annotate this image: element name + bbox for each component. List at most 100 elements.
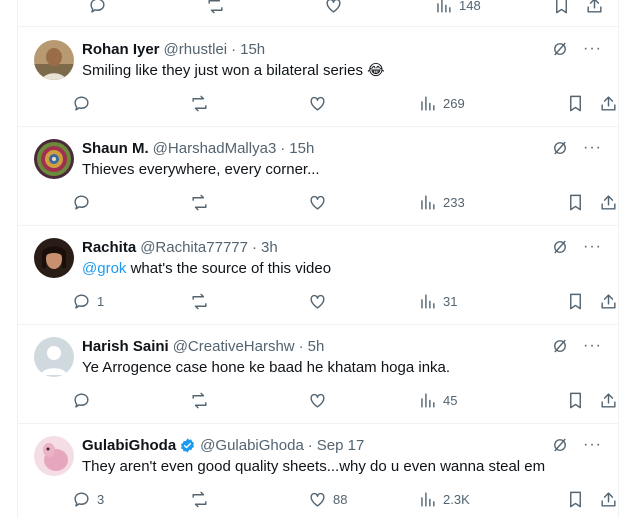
views-count: 2.3K <box>443 491 470 507</box>
author-name[interactable]: Shaun M. <box>82 140 149 157</box>
tweet-card[interactable]: Shaun M. @HarshadMallya3 · 15h ··· Thiev… <box>18 126 618 226</box>
timestamp[interactable]: 5h <box>308 338 325 355</box>
share-icon <box>587 0 602 13</box>
share-button[interactable] <box>599 292 618 311</box>
grok-icon[interactable] <box>551 337 569 355</box>
more-options-icon[interactable]: ··· <box>583 41 602 57</box>
views-chart-icon <box>437 0 451 13</box>
views-count: 31 <box>443 293 458 309</box>
like-button[interactable] <box>308 292 418 311</box>
more-options-icon[interactable]: ··· <box>583 437 602 453</box>
reply-button[interactable]: 1 <box>72 292 190 311</box>
views-button[interactable]: 148 <box>434 0 552 15</box>
share-button[interactable] <box>599 94 618 113</box>
grok-icon[interactable] <box>551 139 569 157</box>
more-options-icon[interactable]: ··· <box>583 140 602 156</box>
avatar[interactable] <box>34 436 74 476</box>
timestamp[interactable]: 15h <box>240 41 265 58</box>
author-handle[interactable]: @HarshadMallya3 <box>153 140 277 157</box>
bookmark-button[interactable] <box>566 94 585 113</box>
retweet-button[interactable] <box>206 0 324 15</box>
reply-icon <box>74 392 89 408</box>
views-button[interactable]: 269 <box>418 94 536 113</box>
timestamp[interactable]: Sep 17 <box>317 437 365 454</box>
retweet-button[interactable] <box>190 292 308 311</box>
like-button[interactable] <box>308 391 418 410</box>
bookmark-button[interactable] <box>566 193 585 212</box>
like-button[interactable] <box>308 94 418 113</box>
like-button[interactable] <box>324 0 434 15</box>
tweet-card[interactable]: Rohan Iyer @rhustlei · 15h ··· Smiling l… <box>18 27 618 127</box>
tweet-header: GulabiGhoda @GulabiGhoda · Sep 17 ··· <box>82 435 602 455</box>
author-handle[interactable]: @rhustlei <box>164 41 228 58</box>
retweet-icon <box>192 95 207 111</box>
reply-button[interactable] <box>72 94 190 113</box>
share-button[interactable] <box>585 0 604 15</box>
grok-icon[interactable] <box>551 40 569 58</box>
share-icon <box>601 293 616 309</box>
tweet-text: Thieves everywhere, every corner... <box>82 161 320 178</box>
share-button[interactable] <box>599 193 618 212</box>
previous-tweet-actions: 148 <box>88 0 604 17</box>
reply-button[interactable] <box>72 193 190 212</box>
bookmark-button[interactable] <box>566 292 585 311</box>
tweet-header: Shaun M. @HarshadMallya3 · 15h ··· <box>82 138 602 158</box>
tweet-text: Ye Arrogence case hone ke baad he khatam… <box>82 359 451 376</box>
retweet-button[interactable] <box>190 391 308 410</box>
views-button[interactable]: 233 <box>418 193 536 212</box>
bookmark-icon <box>570 194 581 210</box>
bookmark-button[interactable] <box>566 391 585 410</box>
retweet-icon <box>192 392 207 408</box>
avatar[interactable] <box>34 238 74 278</box>
retweet-button[interactable] <box>190 94 308 113</box>
views-count: 269 <box>443 95 465 111</box>
like-button[interactable] <box>308 193 418 212</box>
views-count: 148 <box>459 0 481 13</box>
bookmark-icon <box>556 0 567 13</box>
reply-button[interactable] <box>72 391 190 410</box>
separator-dot: · <box>280 139 286 157</box>
like-count: 88 <box>333 491 348 507</box>
reply-button[interactable] <box>88 0 206 15</box>
author-name[interactable]: Rachita <box>82 239 136 256</box>
bookmark-button[interactable] <box>552 0 571 15</box>
verified-badge-icon <box>181 437 195 453</box>
retweet-button[interactable] <box>190 193 308 212</box>
tweet-text: Smiling like they just won a bilateral s… <box>82 62 385 79</box>
mention-link[interactable]: @grok <box>82 260 126 277</box>
tweet-actions: 1 31 <box>72 289 618 313</box>
separator-dot: · <box>298 337 304 355</box>
separator-dot: · <box>231 40 237 58</box>
author-name[interactable]: Harish Saini <box>82 338 169 355</box>
separator-dot: · <box>252 238 257 256</box>
grok-icon[interactable] <box>551 238 569 256</box>
author-name[interactable]: GulabiGhoda <box>82 437 176 454</box>
views-chart-icon <box>421 194 435 210</box>
author-handle[interactable]: @GulabiGhoda <box>200 437 304 454</box>
avatar[interactable] <box>34 337 74 377</box>
tweet-card[interactable]: Rachita @Rachita77777 · 3h ··· @grok wha… <box>18 225 618 325</box>
grok-icon[interactable] <box>551 436 569 454</box>
views-button[interactable]: 45 <box>418 391 536 410</box>
more-options-icon[interactable]: ··· <box>583 239 602 255</box>
reply-icon <box>74 194 89 210</box>
heart-icon <box>326 0 341 13</box>
author-handle[interactable]: @CreativeHarshw <box>173 338 295 355</box>
tweet-card[interactable]: Harish Saini @CreativeHarshw · 5h ··· Ye… <box>18 324 618 424</box>
more-options-icon[interactable]: ··· <box>583 338 602 354</box>
share-button[interactable] <box>599 391 618 410</box>
avatar[interactable] <box>34 40 74 80</box>
author-name[interactable]: Rohan Iyer <box>82 41 160 58</box>
tweet-text: @grok what's the source of this video <box>82 259 602 279</box>
tweet-card[interactable]: GulabiGhoda @GulabiGhoda · Sep 17 ··· Th… <box>18 423 618 522</box>
views-count: 45 <box>443 392 458 408</box>
views-button[interactable]: 31 <box>418 292 536 311</box>
timestamp[interactable]: 15h <box>289 140 314 157</box>
reply-icon <box>74 293 89 309</box>
tweet-header: Rachita @Rachita77777 · 3h ··· <box>82 237 602 257</box>
timestamp[interactable]: 3h <box>261 239 278 256</box>
tweet-actions: 45 <box>72 388 618 412</box>
avatar[interactable] <box>34 139 74 179</box>
share-icon <box>601 95 616 111</box>
author-handle[interactable]: @Rachita77777 <box>140 239 248 256</box>
